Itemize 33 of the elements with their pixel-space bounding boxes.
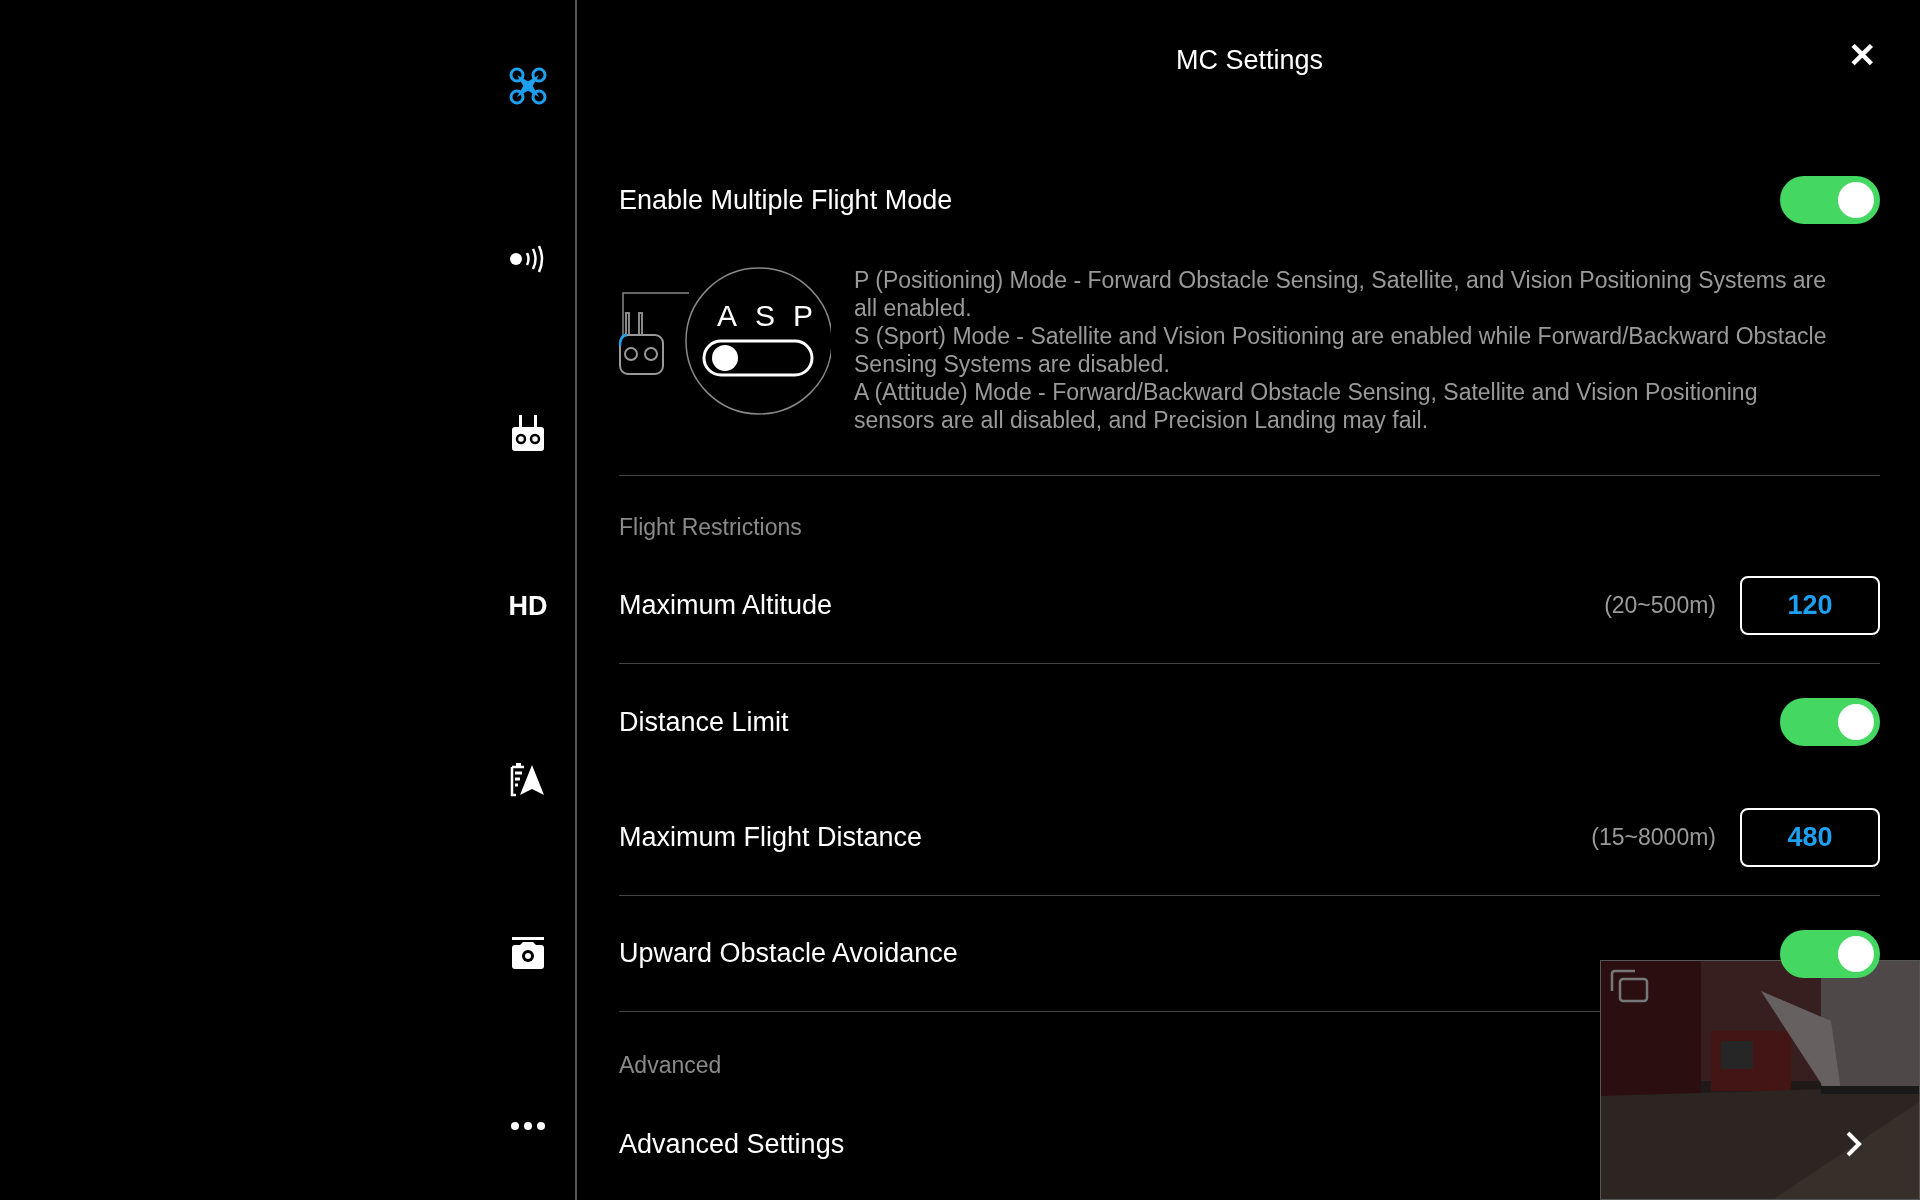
mode-letter: S	[755, 299, 775, 332]
number-field[interactable]: 120	[1740, 576, 1880, 635]
more-icon[interactable]	[510, 1120, 546, 1131]
setting-label: Advanced Settings	[619, 1127, 845, 1161]
chevron-right-icon[interactable]	[1844, 1130, 1864, 1158]
mode-letter: P	[793, 299, 813, 332]
setting-label: Distance Limit	[619, 705, 789, 739]
range-hint: (20~500m)	[1604, 591, 1716, 621]
section-header: Flight Restrictions	[619, 512, 802, 542]
range-hint: (15~8000m)	[1591, 823, 1716, 853]
remote-controller-icon[interactable]	[510, 412, 546, 453]
aircraft-icon[interactable]	[508, 66, 548, 106]
toggle-switch[interactable]	[1780, 929, 1880, 978]
remote-controller-icon	[619, 312, 664, 375]
close-button[interactable]: ✕	[1844, 38, 1880, 72]
section-header: Advanced	[619, 1050, 722, 1080]
window-title: MC Settings	[1175, 43, 1324, 77]
setting-label: Enable Multiple Flight Mode	[619, 183, 953, 217]
number-field[interactable]: 480	[1740, 808, 1880, 867]
overlapping-squares-icon[interactable]	[1609, 969, 1649, 1003]
toggle-switch[interactable]	[1780, 698, 1880, 746]
battery-navigation-icon[interactable]	[510, 761, 546, 798]
mode-description: P (Positioning) Mode - Forward Obstacle Sensing, Satellite, and Vision Positioning Systems are all enabled.	[854, 266, 1828, 322]
mode-description: S (Sport) Mode - Satellite and Vision Positioning are enabled while Forward/Backward Obstacle Sensing Systems are disabled.	[854, 322, 1828, 378]
sidebar-tab[interactable]: HD	[490, 568, 566, 644]
mode-letter: A	[717, 299, 737, 332]
setting-label: Maximum Flight Distance	[619, 821, 924, 855]
camera-icon[interactable]	[510, 935, 546, 970]
toggle-switch[interactable]	[1780, 176, 1880, 224]
leader-line	[622, 292, 690, 337]
setting-label: Maximum Altitude	[619, 589, 834, 623]
mode-description: A (Attitude) Mode - Forward/Backward Obstacle Sensing, Satellite and Vision Positioning sensors are all disabled, and Precision Landing may fail.	[854, 378, 1759, 434]
setting-label: Upward Obstacle Avoidance	[619, 937, 958, 971]
